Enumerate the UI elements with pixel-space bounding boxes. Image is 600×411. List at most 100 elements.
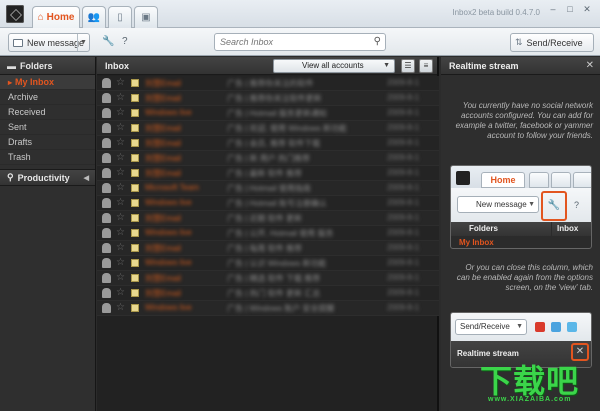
send-receive-icon: ⇅ bbox=[515, 37, 523, 47]
collapse-arrow-icon[interactable]: ◀ bbox=[84, 174, 89, 182]
new-message-label: New message bbox=[27, 37, 85, 48]
sidebar-item-archive[interactable]: Archive bbox=[0, 90, 95, 105]
message-row[interactable]: ☆ Windows live 广告 | Windows 账户 安全提醒 2009-8-… bbox=[97, 301, 439, 316]
maximize-button[interactable]: □ bbox=[563, 3, 577, 15]
message-row[interactable]: ☆ Windows live 广告 | 公开, Hotmail 使用 服务 2009-… bbox=[97, 226, 439, 241]
avatar bbox=[102, 303, 111, 313]
productivity-header[interactable]: ⚲ Productivity ◀ bbox=[0, 169, 95, 186]
sidebar: ▬ Folders My Inbox Archive Received Sent… bbox=[0, 57, 96, 411]
watermark-logo: 下载吧 www.XIAZAIBA.com bbox=[480, 356, 598, 408]
image-icon: ▣ bbox=[141, 12, 151, 23]
star-icon[interactable]: ☆ bbox=[116, 197, 125, 208]
avatar bbox=[102, 93, 111, 103]
message-row[interactable]: ☆ 刘慧Email 广告 | 近期 软件 更新 2009-8-1 bbox=[97, 211, 439, 226]
star-icon[interactable]: ☆ bbox=[116, 227, 125, 238]
help-icon[interactable]: ? bbox=[122, 36, 128, 47]
window-controls: – □ ✕ bbox=[546, 3, 594, 15]
star-icon[interactable]: ☆ bbox=[116, 242, 125, 253]
build-label: Inbox2 beta build 0.4.7.0 bbox=[452, 8, 540, 17]
list-view-button[interactable]: ≡ bbox=[419, 59, 433, 73]
star-icon[interactable]: ☆ bbox=[116, 92, 125, 103]
avatar bbox=[102, 228, 111, 238]
search-icon[interactable]: ⚲ bbox=[374, 36, 381, 47]
avatar bbox=[102, 123, 111, 133]
star-icon[interactable]: ☆ bbox=[116, 287, 125, 298]
note-icon bbox=[131, 289, 139, 297]
note-icon bbox=[131, 259, 139, 267]
gmail-icon bbox=[535, 322, 545, 332]
star-icon[interactable]: ☆ bbox=[116, 182, 125, 193]
sidebar-item-trash[interactable]: Trash bbox=[0, 150, 95, 165]
tab-contacts[interactable]: 👥 bbox=[82, 6, 106, 28]
star-icon[interactable]: ☆ bbox=[116, 212, 125, 223]
star-icon[interactable]: ☆ bbox=[116, 122, 125, 133]
split-view-button[interactable]: ☰ bbox=[401, 59, 415, 73]
message-subject: 广告 | 推荐你关注软件更新 bbox=[227, 94, 322, 103]
star-icon[interactable]: ☆ bbox=[116, 272, 125, 283]
avatar bbox=[102, 183, 111, 193]
messenger-icon bbox=[567, 322, 577, 332]
message-row[interactable]: ☆ 刘慧Email 广告 | 推荐你关注软件更新 2009-8-1 bbox=[97, 91, 439, 106]
message-subject: 广告 | 近期 软件 更新 bbox=[227, 214, 302, 223]
star-icon[interactable]: ☆ bbox=[116, 302, 125, 313]
message-sender: Windows live bbox=[145, 258, 192, 267]
message-list: ☆ 刘慧Email 广告 | 推荐你关注的软件 2009-8-1 ☆ 刘慧Email 广告 … bbox=[97, 76, 439, 316]
star-icon[interactable]: ☆ bbox=[116, 167, 125, 178]
message-row[interactable]: ☆ Windows live 广告 | Hotmail 服务更新通知 2009-8-1 bbox=[97, 106, 439, 121]
sidebar-item-received[interactable]: Received bbox=[0, 105, 95, 120]
note-icon bbox=[131, 229, 139, 237]
send-receive-button[interactable]: ⇅ Send/Receive bbox=[510, 33, 594, 52]
search-input[interactable] bbox=[215, 34, 365, 50]
title-bar: ⌂ Home 👥 ▯ ▣ Inbox2 beta build 0.4.7.0 –… bbox=[0, 0, 600, 28]
message-date: 2009-8-1 bbox=[387, 153, 420, 162]
message-row[interactable]: ☆ 刘慧Email 广告 | 新 用户 热门推荐 2009-8-1 bbox=[97, 151, 439, 166]
star-icon[interactable]: ☆ bbox=[116, 137, 125, 148]
message-row[interactable]: ☆ 刘慧Email 广告 | 精选 软件 下载 推荐 2009-8-1 bbox=[97, 271, 439, 286]
message-row[interactable]: ☆ 刘慧Email 广告 | 推荐你关注的软件 2009-8-1 bbox=[97, 76, 439, 91]
realtime-close-text: Or you can close this column, which can … bbox=[456, 263, 593, 292]
message-subject: 广告 | 新 用户 热门推荐 bbox=[227, 154, 310, 163]
message-row[interactable]: ☆ 刘慧Email 广告 | 热门 软件 更新 汇总 2009-8-1 bbox=[97, 286, 439, 301]
message-row[interactable]: ☆ Windows live 广告 | 认识 Windows 新功能 2009-8-1 bbox=[97, 256, 439, 271]
tab-documents[interactable]: ▯ bbox=[108, 6, 132, 28]
message-subject: 广告 | 推荐你关注的软件 bbox=[227, 79, 314, 88]
star-icon[interactable]: ☆ bbox=[116, 152, 125, 163]
message-sender: 刘慧Email bbox=[145, 244, 182, 253]
inbox-header: Inbox View all accounts ▼ ☰ ≡ bbox=[97, 57, 437, 75]
sidebar-item-my-inbox[interactable]: My Inbox bbox=[0, 75, 95, 90]
help-icon: ? bbox=[574, 200, 580, 210]
message-row[interactable]: ☆ 刘慧Email 广告 | 欢迎, 使用 Windows 新功能 2009-8-1 bbox=[97, 121, 439, 136]
sidebar-item-sent[interactable]: Sent bbox=[0, 120, 95, 135]
star-icon[interactable]: ☆ bbox=[116, 257, 125, 268]
message-row[interactable]: ☆ 刘慧Email 广告 | 会员, 推荐 软件下载 2009-8-1 bbox=[97, 136, 439, 151]
app-logo-icon bbox=[6, 5, 24, 23]
star-icon[interactable]: ☆ bbox=[116, 107, 125, 118]
message-row[interactable]: ☆ 刘慧Email 广告 | 每周 软件 推荐 2009-8-1 bbox=[97, 241, 439, 256]
avatar bbox=[102, 108, 111, 118]
realtime-title: Realtime stream bbox=[449, 61, 519, 71]
account-filter-select[interactable]: View all accounts ▼ bbox=[273, 59, 395, 73]
tab-home[interactable]: ⌂ Home bbox=[32, 6, 80, 28]
split-view-icon: ☰ bbox=[404, 61, 412, 70]
twitter-icon bbox=[551, 322, 561, 332]
wrench-icon[interactable]: 🔧 bbox=[102, 36, 114, 47]
message-date: 2009-8-1 bbox=[387, 258, 420, 267]
message-row[interactable]: ☆ Windows live 广告 | Hotmail 账号注册确认 2009-8-1 bbox=[97, 196, 439, 211]
message-sender: 刘慧Email bbox=[145, 169, 182, 178]
new-message-button[interactable]: New message ▼ bbox=[8, 33, 90, 52]
message-row[interactable]: ☆ 刘慧Email 广告 | 最新 软件 推荐 2009-8-1 bbox=[97, 166, 439, 181]
avatar bbox=[102, 198, 111, 208]
close-icon[interactable]: ✕ bbox=[586, 60, 594, 71]
note-icon bbox=[131, 154, 139, 162]
folders-header[interactable]: ▬ Folders bbox=[0, 57, 95, 75]
message-sender: 刘慧Email bbox=[145, 289, 182, 298]
message-date: 2009-8-1 bbox=[387, 303, 420, 312]
star-icon[interactable]: ☆ bbox=[116, 77, 125, 88]
message-row[interactable]: ☆ Microsoft Team 广告 | Hotmail 使用指南 2009-8-1 bbox=[97, 181, 439, 196]
note-icon bbox=[131, 124, 139, 132]
tab-images[interactable]: ▣ bbox=[134, 6, 158, 28]
sidebar-item-drafts[interactable]: Drafts bbox=[0, 135, 95, 150]
minimize-button[interactable]: – bbox=[546, 3, 560, 15]
new-message-dropdown[interactable]: ▼ bbox=[77, 34, 89, 51]
close-window-button[interactable]: ✕ bbox=[580, 3, 594, 15]
